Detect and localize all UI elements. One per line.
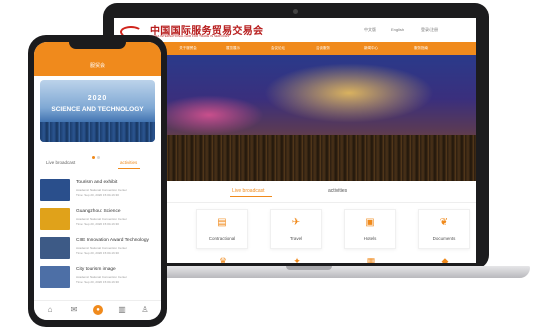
travel-icon: ✈	[291, 217, 301, 228]
service-label: Contractional	[208, 236, 236, 241]
nav-item[interactable]: 展览展示	[219, 46, 247, 50]
document-icon: ▤	[217, 217, 227, 228]
news-title: City tourism image	[76, 267, 116, 272]
news-location: Academic National Convention Center	[76, 275, 127, 279]
nav-item[interactable]: 新闻中心	[357, 46, 385, 50]
building-icon[interactable]: ▥	[117, 305, 127, 315]
phone-banner[interactable]: 2020 SCIENCE AND TECHNOLOGY	[40, 80, 155, 142]
news-location: Academic National Convention Center	[76, 188, 127, 192]
phone-tab-live-broadcast[interactable]: Live broadcast	[46, 160, 75, 165]
content-tabs: Live broadcast activities	[114, 181, 476, 203]
phone-notch	[69, 41, 126, 49]
active-tab-indicator	[118, 168, 140, 169]
site-logo-subtitle: CHINA INTERNATIONAL FAIR FOR TRADE IN SE…	[150, 34, 230, 38]
laptop-notch	[286, 266, 332, 270]
hotel-icon: ▣	[365, 217, 375, 228]
service-label: Documents	[432, 236, 456, 241]
banner-city-image	[40, 122, 155, 142]
shield-icon[interactable]: ◆	[438, 254, 452, 263]
service-card-contractional[interactable]: ▤ Contractional	[196, 209, 248, 249]
nav-item[interactable]: 会议论坛	[264, 46, 292, 50]
news-location: Academic National Convention Center	[76, 217, 127, 221]
header-link-login[interactable]: 登录/注册	[421, 27, 438, 33]
service-card-documents[interactable]: ❦ Documents	[418, 209, 470, 249]
news-time: Time: Sep 20, 2020 15:00-16:30	[76, 251, 119, 255]
home-icon[interactable]: ⌂	[45, 305, 55, 315]
laptop-screen: 中国国际服务贸易交易会 CHINA INTERNATIONAL FAIR FOR…	[114, 18, 476, 263]
news-item[interactable]: Tourism and exhibit Academic National Co…	[40, 179, 155, 205]
news-location: Academic National Convention Center	[76, 246, 127, 250]
news-thumbnail	[40, 208, 70, 230]
header-link-english[interactable]: English	[391, 27, 404, 32]
user-icon[interactable]: ♙	[140, 305, 150, 315]
nav-item[interactable]: 关于服贸会	[174, 46, 202, 50]
banner-year: 2020	[87, 95, 108, 102]
trophy-icon[interactable]: ♛	[216, 254, 230, 263]
leaf-icon: ❦	[439, 217, 449, 228]
banner-text: SCIENCE AND TECHNOLOGY	[51, 106, 144, 113]
service-card-hotels[interactable]: ▣ Hotels	[344, 209, 396, 249]
news-thumbnail	[40, 179, 70, 201]
news-title: Guangzhou: Science	[76, 209, 121, 214]
phone-tabs: Live broadcast activities	[34, 155, 161, 171]
phone-screen: 服贸会 2020 SCIENCE AND TECHNOLOGY Live bro…	[34, 42, 161, 320]
nav-item[interactable]: 洽谈服务	[309, 46, 337, 50]
site-nav: 首页 关于服贸会 展览展示 会议论坛 洽谈服务 新闻中心 服务指南	[114, 42, 476, 55]
service-label: Hotels	[363, 236, 377, 241]
news-thumbnail	[40, 266, 70, 288]
phone-tab-activities[interactable]: activities	[120, 160, 137, 165]
pin-icon[interactable]: ✦	[290, 254, 304, 263]
news-item[interactable]: Guangzhou: Science Academic National Con…	[40, 208, 155, 234]
hero-banner[interactable]	[114, 55, 476, 181]
news-title: CIIE Innovation Award Technology	[76, 238, 149, 243]
news-time: Time: Sep 20, 2020 15:00-16:30	[76, 280, 119, 284]
header-link-chinese[interactable]: 中文版	[364, 27, 376, 33]
news-item[interactable]: CIIE Innovation Award Technology Academi…	[40, 237, 155, 263]
news-title: Tourism and exhibit	[76, 180, 118, 185]
message-icon[interactable]: ✉	[69, 305, 79, 315]
tab-live-broadcast[interactable]: Live broadcast	[232, 188, 265, 194]
calendar-icon[interactable]: ▦	[364, 254, 378, 263]
service-label: Travel	[289, 236, 303, 241]
site-header: 中国国际服务贸易交易会 CHINA INTERNATIONAL FAIR FOR…	[114, 18, 476, 42]
nav-item[interactable]: 服务指南	[407, 46, 435, 50]
active-tab-indicator	[230, 196, 272, 197]
live-icon[interactable]: ●	[93, 305, 103, 315]
phone-bottom-nav: ⌂ ✉ ● ▥ ♙	[34, 300, 161, 320]
news-time: Time: Sep 20, 2020 15:00-16:30	[76, 222, 119, 226]
news-item[interactable]: City tourism image Academic National Con…	[40, 266, 155, 292]
service-card-travel[interactable]: ✈ Travel	[270, 209, 322, 249]
news-time: Time: Sep 20, 2020 15:00-16:30	[76, 193, 119, 197]
phone-title: 服贸会	[89, 63, 105, 69]
tab-activities[interactable]: activities	[328, 188, 347, 194]
laptop-camera	[293, 9, 298, 14]
news-thumbnail	[40, 237, 70, 259]
